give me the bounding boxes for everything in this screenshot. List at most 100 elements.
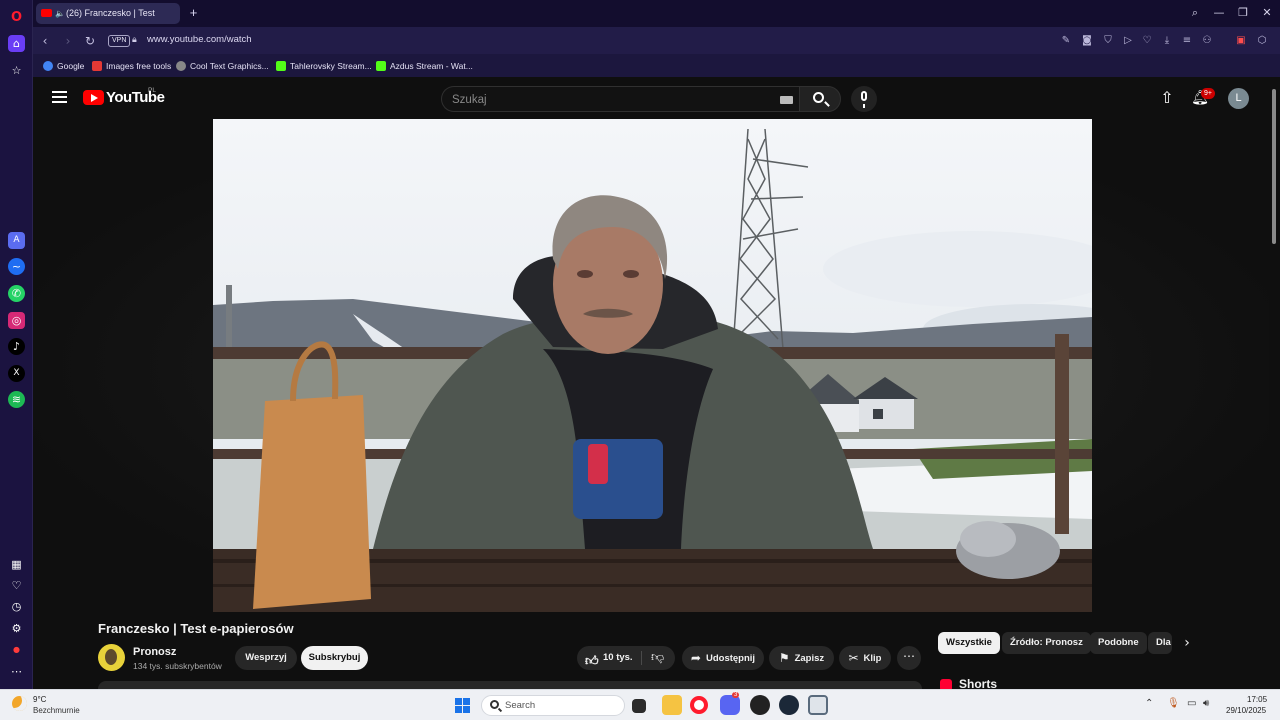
kick-icon [276,61,286,71]
upload-icon[interactable]: ⇧ [1157,89,1177,107]
bookmark-azdus[interactable]: Azdus Stream - Wat... [376,59,473,73]
join-button[interactable]: Wesprzyj [235,646,297,670]
shield-icon[interactable]: ⛉ [1101,34,1115,48]
thumbs-down-icon: 👎︎ [651,650,665,665]
account-avatar[interactable]: L [1228,88,1249,109]
close-button[interactable]: ✕ [1256,4,1278,22]
download-icon[interactable]: ⤓ [1160,34,1174,48]
page-scrollbar[interactable] [1269,77,1280,689]
chevron-right-icon[interactable]: › [1178,634,1196,652]
task-view-icon[interactable] [632,699,646,713]
chip-for-you[interactable]: Dla [1148,632,1172,654]
extension-badge-icon[interactable]: ▣ [1234,34,1248,48]
weather-description[interactable]: Bezchmurnie [33,706,80,715]
vpn-badge[interactable]: VPN [108,35,131,47]
like-button[interactable]: 👍︎ 10 tys. [577,646,641,670]
minimize-button[interactable]: — [1208,4,1230,22]
search-input[interactable] [452,91,772,108]
display-tray-icon[interactable]: ▭ [1187,698,1196,709]
lock-icon[interactable]: 🔒︎ [132,34,137,45]
search-icon [490,700,499,709]
instagram-icon[interactable]: ◎ [8,312,25,329]
clock-date[interactable]: 29/10/2025 [1226,706,1266,715]
snapshot-icon[interactable]: ✎ [1059,34,1073,48]
weather-temperature[interactable]: 9°C [33,695,46,704]
moon-weather-icon[interactable] [12,696,27,711]
maximize-button[interactable]: ❐ [1232,4,1254,22]
tray-chevron-icon[interactable]: ⌃ [1145,698,1153,709]
home-icon[interactable]: ⌂ [8,35,25,52]
play-icon[interactable]: ▷ [1121,34,1135,48]
file-explorer-icon[interactable] [662,695,682,715]
microphone-icon [861,91,867,108]
search-tabs-icon[interactable]: ⌕ [1184,4,1206,22]
subscribe-button[interactable]: Subskrybuj [301,646,368,670]
keyboard-icon[interactable] [780,96,793,104]
menu-lines-icon[interactable]: ≡ [1180,34,1194,48]
windows-start-icon[interactable] [455,698,470,713]
description-box[interactable] [98,681,922,689]
clock-time[interactable]: 17:05 [1247,695,1267,704]
hamburger-menu-icon[interactable] [52,91,67,103]
bookmark-tahlerovsky[interactable]: Tahlerovsky Stream... [276,59,372,73]
youtube-logo-icon[interactable] [83,90,104,105]
messenger-icon[interactable]: ~ [8,258,25,275]
whatsapp-icon[interactable]: ✆ [8,285,25,302]
url-field[interactable]: www.youtube.com/watch [147,34,252,45]
heart-outline-icon[interactable]: ♡ [1140,34,1154,48]
app-window-icon[interactable] [808,695,828,715]
reload-button[interactable]: ↻ [81,32,99,50]
shorts-section-title: Shorts [959,677,998,689]
forward-button[interactable]: › [59,32,77,50]
volume-tray-icon[interactable]: 🔊︎ [1203,698,1209,709]
video-frame[interactable] [213,119,1092,612]
history-icon[interactable]: ◷ [8,598,25,615]
video-player[interactable] [33,119,1269,612]
chip-from-channel[interactable]: Źródło: Pronosz [1002,632,1091,654]
taskbar-search[interactable]: Search [481,695,625,716]
new-tab-button[interactable]: + [185,4,202,21]
discord-icon[interactable]: 3 [720,692,740,715]
channel-name[interactable]: Pronosz [133,646,176,658]
camera-icon[interactable]: ◙ [1080,34,1094,48]
cube-icon[interactable]: ⬡ [1255,34,1269,48]
voice-search-button[interactable] [851,86,877,112]
search-icon [813,92,824,103]
back-button[interactable]: ‹ [36,32,54,50]
extensions-icon[interactable]: ● [8,641,25,658]
star-icon[interactable]: ☆ [8,62,25,79]
more-icon[interactable]: ⋯ [8,663,25,680]
taskbar-search-label: Search [505,700,536,711]
share-button[interactable]: ➦ Udostępnij [682,646,764,670]
tab-youtube[interactable]: 🔈 (26) Franczesko | Test [36,3,180,24]
opera-icon[interactable] [690,696,708,714]
more-actions-button[interactable]: ⋯ [897,646,921,670]
steam-icon[interactable] [779,695,799,715]
chip-related[interactable]: Podobne [1090,632,1147,654]
game-launcher-icon[interactable] [750,695,770,715]
youtube-header: YouTube PL ⇧ 🔔︎ 9+ L [33,77,1269,119]
workspaces-icon[interactable]: ▦ [8,556,25,573]
scissors-icon: ✂ [848,651,859,665]
channel-avatar[interactable] [98,644,125,671]
opera-logo-icon[interactable]: O [8,9,25,26]
x-icon[interactable]: X [8,365,25,382]
profile-icon[interactable]: ⚇ [1200,34,1214,48]
clip-button[interactable]: ✂ Klip [839,646,891,670]
search-button[interactable] [799,86,841,112]
dislike-button[interactable]: 👎︎ [641,646,675,670]
tiktok-icon[interactable]: ♪ [8,338,25,355]
scrollbar-thumb[interactable] [1272,89,1276,244]
bookmark-cool-text[interactable]: Cool Text Graphics... [176,59,269,73]
save-button[interactable]: ⚑ Zapisz [769,646,834,670]
gear-icon[interactable]: ⚙ [8,620,25,637]
heart-icon[interactable]: ♡ [8,577,25,594]
bookmark-images-free-tools[interactable]: Images free tools [92,59,171,73]
aria-icon[interactable]: A [8,232,25,249]
chip-all[interactable]: Wszystkie [938,632,1000,654]
shorts-icon [940,679,952,689]
microphone-tray-icon[interactable]: 🎙︎ [1167,698,1180,709]
bookmark-google[interactable]: Google [43,59,84,73]
thumbs-up-icon: 👍︎ [585,654,599,669]
spotify-icon[interactable]: ≋ [8,391,25,408]
